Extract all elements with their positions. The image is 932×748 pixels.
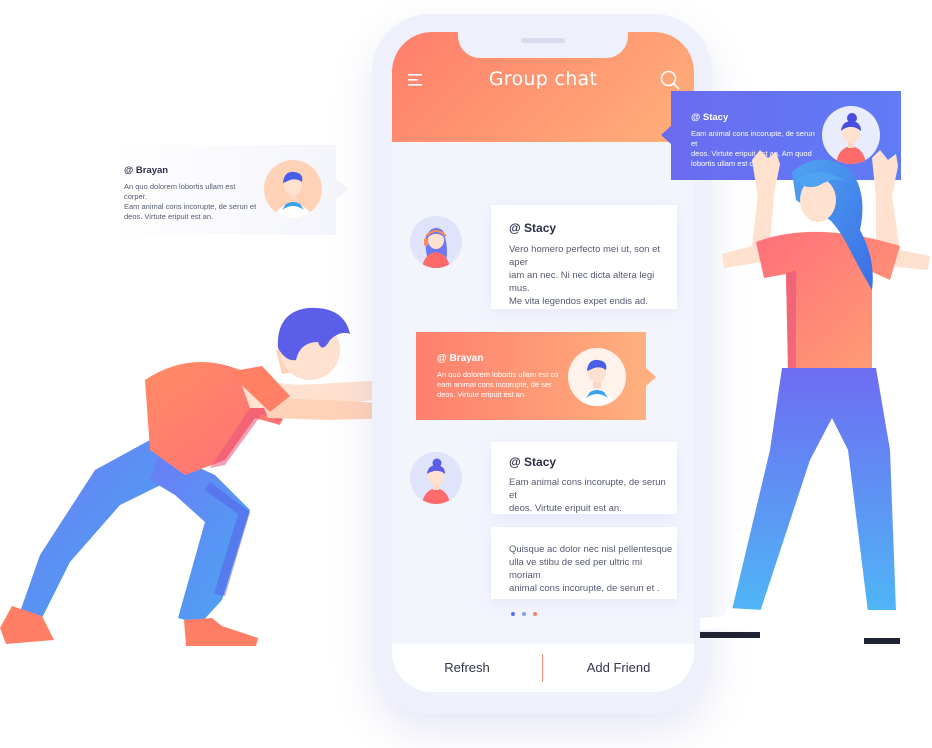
floating-brayan-text: An quo dolorem lobortis ullam est corper…: [124, 182, 257, 221]
brayan-avatar: [568, 348, 626, 406]
message-author: @ Brayan: [437, 353, 484, 364]
message-text: Eam animal cons incorupte, de serun et d…: [509, 477, 666, 514]
page-title: Group chat: [488, 68, 598, 90]
phone-notch: [458, 32, 628, 58]
highlight-pointer: [646, 368, 656, 386]
floating-brayan-pointer: [336, 179, 348, 199]
message-author: @ Stacy: [509, 455, 557, 469]
phone-speaker: [521, 38, 565, 43]
message-card: @ Stacy Eam animal cons incorupte, de se…: [491, 442, 677, 514]
floating-brayan-name: @ Brayan: [124, 165, 169, 176]
floating-stacy-name: @ Stacy: [691, 112, 729, 123]
stacy-avatar: [410, 216, 462, 268]
add-friend-button[interactable]: Add Friend: [543, 644, 694, 692]
message-text: An quo dolorem lobortis ullam est co eam…: [437, 370, 559, 399]
pagination-dot[interactable]: [522, 612, 526, 616]
pagination-dot[interactable]: [533, 612, 537, 616]
message-card: @ Stacy Vero homero perfecto mei ut, son…: [491, 205, 677, 309]
floating-stacy-pointer: [661, 126, 671, 144]
refresh-button[interactable]: Refresh: [392, 644, 542, 692]
pagination-dot[interactable]: [511, 612, 515, 616]
phone-screen: Group chat @ Stacy Vero homero perfecto …: [392, 32, 694, 692]
message-author: @ Stacy: [509, 221, 557, 235]
brayan-avatar: [264, 160, 322, 218]
woman-holding-card-illustration: [700, 150, 930, 644]
stacy-avatar: [410, 452, 462, 504]
message-card-highlighted: @ Brayan An quo dolorem lobortis ullam e…: [416, 332, 646, 420]
message-text: Quisque ac dolor nec nisl pellentesque u…: [509, 544, 673, 594]
search-icon[interactable]: [660, 70, 680, 90]
message-card: Quisque ac dolor nec nisl pellentesque u…: [491, 527, 677, 599]
floating-message-brayan: @ Brayan An quo dolorem lobortis ullam e…: [110, 145, 348, 235]
message-text: Vero homero perfecto mei ut, son et aper…: [509, 244, 661, 307]
